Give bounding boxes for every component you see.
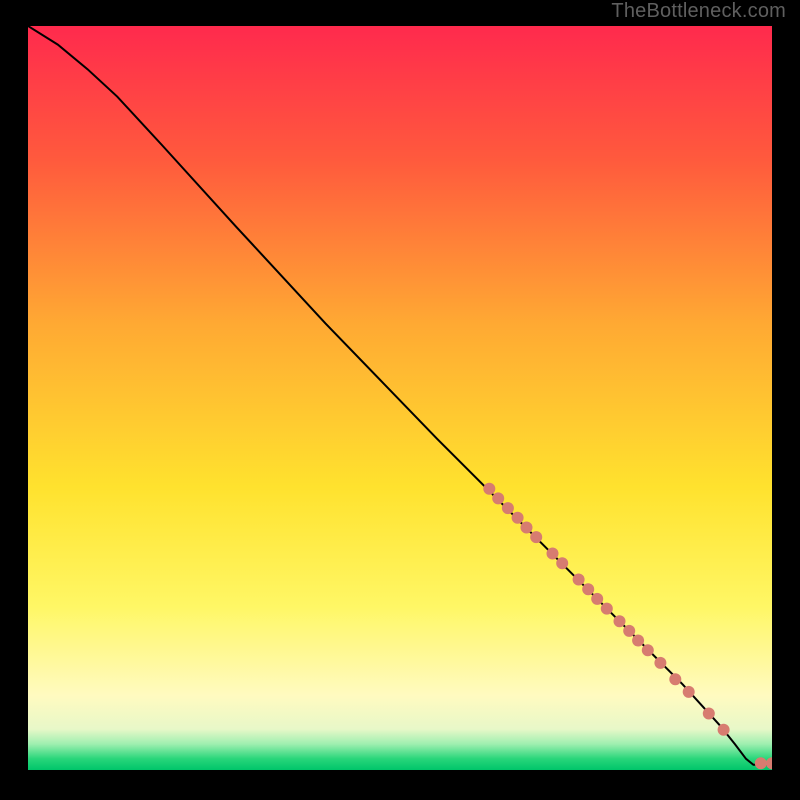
data-point [703, 708, 715, 720]
data-point [718, 724, 730, 736]
data-point [530, 531, 542, 543]
data-point [483, 483, 495, 495]
data-point [573, 574, 585, 586]
data-point [601, 603, 613, 615]
data-point [614, 615, 626, 627]
data-point [755, 757, 767, 769]
data-point [582, 583, 594, 595]
data-point [492, 492, 504, 504]
data-point [591, 593, 603, 605]
data-point [512, 512, 524, 524]
data-point [642, 644, 654, 656]
chart-frame: TheBottleneck.com [0, 0, 800, 800]
watermark-text: TheBottleneck.com [611, 0, 786, 23]
data-point [632, 635, 644, 647]
data-point [669, 673, 681, 685]
chart-svg [28, 26, 772, 770]
data-point [547, 548, 559, 560]
data-point [521, 522, 533, 534]
plot-area [28, 26, 772, 770]
data-point [556, 557, 568, 569]
data-point [502, 502, 514, 514]
data-point [654, 657, 666, 669]
data-point [683, 686, 695, 698]
data-point [623, 625, 635, 637]
